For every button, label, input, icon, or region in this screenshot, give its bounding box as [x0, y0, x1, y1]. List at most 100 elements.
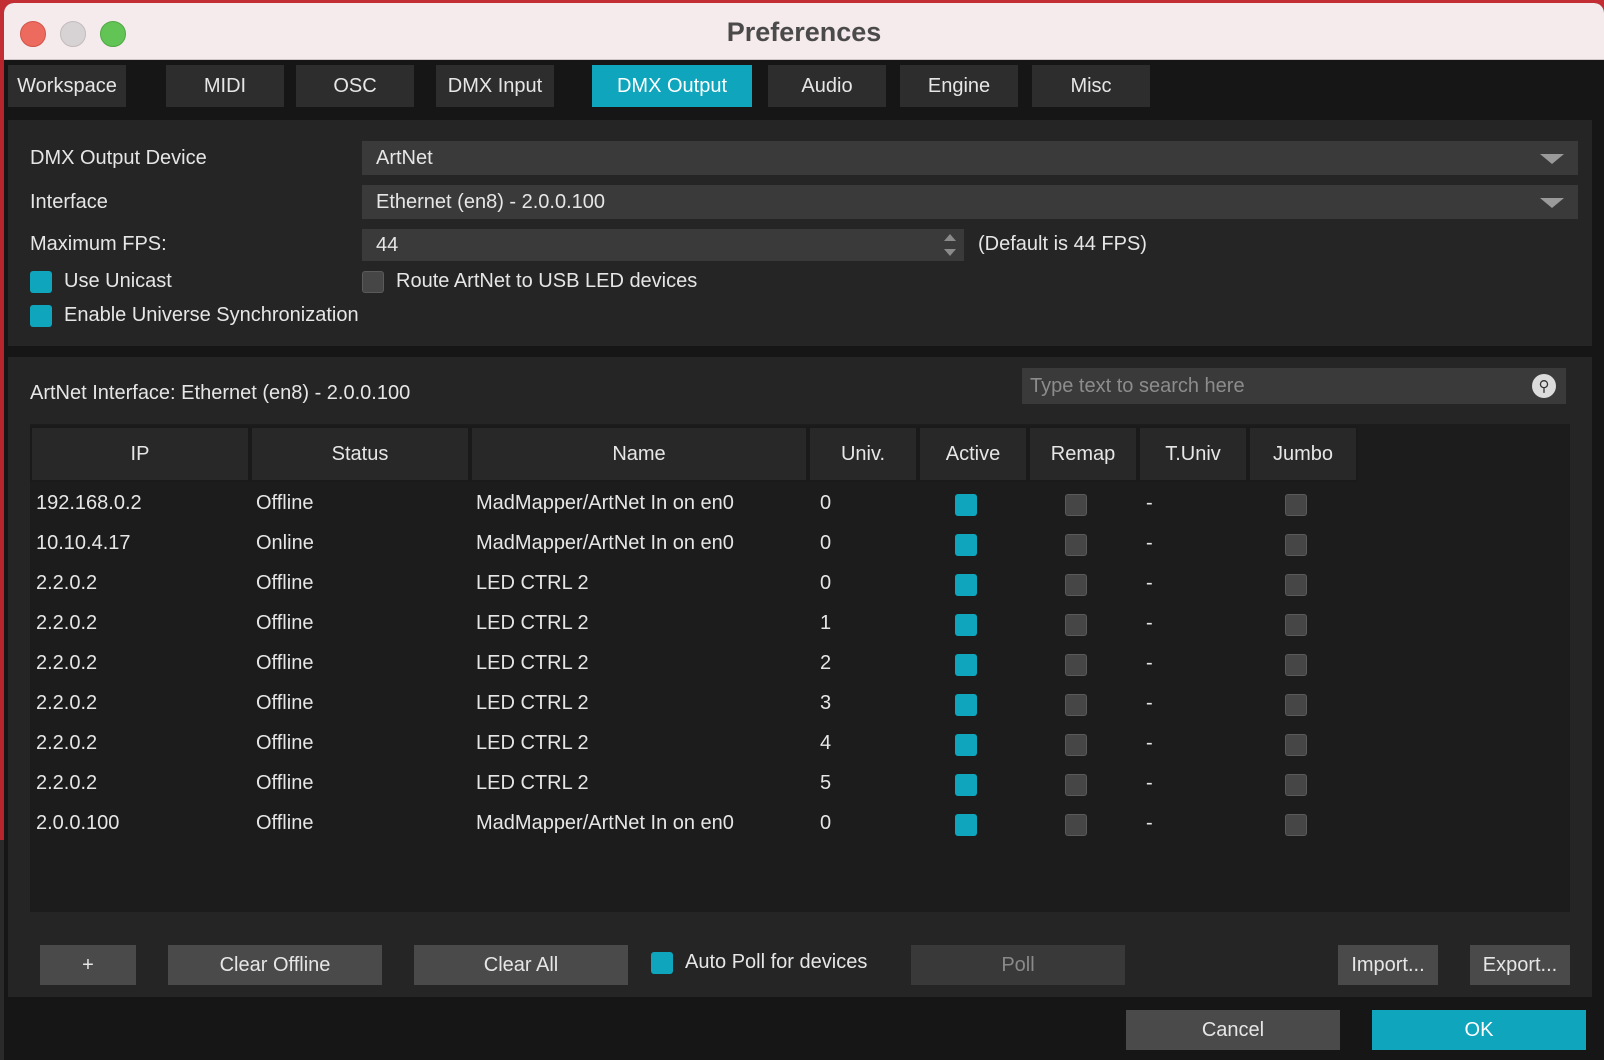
- max-fps-value: 44: [376, 233, 399, 256]
- active-checkbox[interactable]: [955, 694, 977, 716]
- column-header-remap[interactable]: Remap: [1028, 426, 1138, 482]
- cell-tuniv: -: [1146, 812, 1153, 834]
- active-checkbox[interactable]: [955, 534, 977, 556]
- active-checkbox[interactable]: [955, 734, 977, 756]
- cell-tuniv: -: [1146, 532, 1153, 554]
- cell-status: Offline: [256, 732, 314, 754]
- remap-checkbox[interactable]: [1065, 654, 1087, 676]
- cell-status: Offline: [256, 492, 314, 514]
- jumbo-checkbox[interactable]: [1285, 694, 1307, 716]
- cell-name: LED CTRL 2: [476, 652, 589, 674]
- remap-checkbox[interactable]: [1065, 734, 1087, 756]
- cell-tuniv: -: [1146, 652, 1153, 674]
- remap-checkbox[interactable]: [1065, 774, 1087, 796]
- remap-checkbox[interactable]: [1065, 534, 1087, 556]
- spin-down-icon[interactable]: [944, 249, 956, 256]
- output-device-value: ArtNet: [376, 146, 433, 169]
- max-fps-spinbox[interactable]: 44: [362, 229, 964, 261]
- output-device-select[interactable]: ArtNet: [362, 141, 1578, 175]
- column-header-status[interactable]: Status: [250, 426, 470, 482]
- tab-engine[interactable]: Engine: [900, 65, 1018, 107]
- tab-misc[interactable]: Misc: [1032, 65, 1150, 107]
- cell-ip: 2.2.0.2: [36, 692, 98, 714]
- active-checkbox[interactable]: [955, 574, 977, 596]
- search-input[interactable]: Type text to search here: [1030, 375, 1245, 398]
- interface-select[interactable]: Ethernet (en8) - 2.0.0.100: [362, 185, 1578, 219]
- active-checkbox[interactable]: [955, 814, 977, 836]
- cell-ip: 2.2.0.2: [36, 772, 98, 794]
- import-button[interactable]: Import...: [1338, 945, 1438, 985]
- jumbo-checkbox[interactable]: [1285, 774, 1307, 796]
- chevron-down-icon: [1540, 198, 1564, 208]
- cell-univ: 1: [820, 612, 832, 634]
- active-checkbox[interactable]: [955, 654, 977, 676]
- cell-univ: 4: [820, 732, 832, 754]
- cell-name: LED CTRL 2: [476, 692, 589, 714]
- jumbo-checkbox[interactable]: [1285, 654, 1307, 676]
- tab-osc[interactable]: OSC: [296, 65, 414, 107]
- cell-tuniv: -: [1146, 772, 1153, 794]
- cell-name: MadMapper/ArtNet In on en0: [476, 812, 734, 834]
- column-header-univ[interactable]: Univ.: [808, 426, 918, 482]
- cell-name: LED CTRL 2: [476, 772, 589, 794]
- cell-ip: 2.2.0.2: [36, 612, 98, 634]
- tab-workspace[interactable]: Workspace: [8, 65, 126, 107]
- remap-checkbox[interactable]: [1065, 814, 1087, 836]
- remap-checkbox[interactable]: [1065, 694, 1087, 716]
- chevron-down-icon: [1540, 154, 1564, 164]
- auto-poll-label: Auto Poll for devices: [685, 951, 868, 973]
- output-device-label: DMX Output Device: [30, 147, 207, 169]
- jumbo-checkbox[interactable]: [1285, 614, 1307, 636]
- cell-tuniv: -: [1146, 572, 1153, 594]
- cell-status: Offline: [256, 812, 314, 834]
- window-title: Preferences: [726, 17, 882, 47]
- column-header-ip[interactable]: IP: [30, 426, 250, 482]
- column-header-tuniv[interactable]: T.Univ: [1138, 426, 1248, 482]
- active-checkbox[interactable]: [955, 494, 977, 516]
- title-bar: Preferences: [4, 3, 1604, 60]
- search-field[interactable]: Type text to search here ⚲: [1022, 368, 1566, 404]
- cell-univ: 0: [820, 492, 832, 514]
- add-node-button[interactable]: +: [40, 945, 136, 985]
- cell-univ: 0: [820, 572, 832, 594]
- route-usb-checkbox[interactable]: [362, 271, 384, 293]
- clear-offline-button[interactable]: Clear Offline: [168, 945, 382, 985]
- poll-button[interactable]: Poll: [911, 945, 1125, 985]
- column-header-jumbo[interactable]: Jumbo: [1248, 426, 1358, 482]
- active-checkbox[interactable]: [955, 614, 977, 636]
- auto-poll-checkbox[interactable]: [651, 952, 673, 974]
- cell-status: Offline: [256, 772, 314, 794]
- jumbo-checkbox[interactable]: [1285, 814, 1307, 836]
- tab-midi[interactable]: MIDI: [166, 65, 284, 107]
- clear-all-button[interactable]: Clear All: [414, 945, 628, 985]
- remap-checkbox[interactable]: [1065, 574, 1087, 596]
- cell-univ: 3: [820, 692, 832, 714]
- column-header-name[interactable]: Name: [470, 426, 808, 482]
- interface-label: Interface: [30, 191, 108, 213]
- route-usb-label: Route ArtNet to USB LED devices: [396, 270, 698, 292]
- active-checkbox[interactable]: [955, 774, 977, 796]
- jumbo-checkbox[interactable]: [1285, 494, 1307, 516]
- spin-up-icon[interactable]: [944, 234, 956, 241]
- remap-checkbox[interactable]: [1065, 614, 1087, 636]
- jumbo-checkbox[interactable]: [1285, 574, 1307, 596]
- cell-tuniv: -: [1146, 732, 1153, 754]
- use-unicast-checkbox[interactable]: [30, 271, 52, 293]
- export-button[interactable]: Export...: [1470, 945, 1570, 985]
- jumbo-checkbox[interactable]: [1285, 534, 1307, 556]
- cell-ip: 192.168.0.2: [36, 492, 142, 514]
- cell-ip: 2.2.0.2: [36, 652, 98, 674]
- ok-button[interactable]: OK: [1372, 1010, 1586, 1050]
- cell-status: Online: [256, 532, 314, 554]
- tab-dmx-output[interactable]: DMX Output: [592, 65, 752, 107]
- cell-tuniv: -: [1146, 612, 1153, 634]
- search-icon[interactable]: ⚲: [1532, 374, 1556, 398]
- cell-status: Offline: [256, 572, 314, 594]
- cancel-button[interactable]: Cancel: [1126, 1010, 1340, 1050]
- tab-audio[interactable]: Audio: [768, 65, 886, 107]
- jumbo-checkbox[interactable]: [1285, 734, 1307, 756]
- remap-checkbox[interactable]: [1065, 494, 1087, 516]
- column-header-active[interactable]: Active: [918, 426, 1028, 482]
- universe-sync-checkbox[interactable]: [30, 305, 52, 327]
- tab-dmx-input[interactable]: DMX Input: [436, 65, 554, 107]
